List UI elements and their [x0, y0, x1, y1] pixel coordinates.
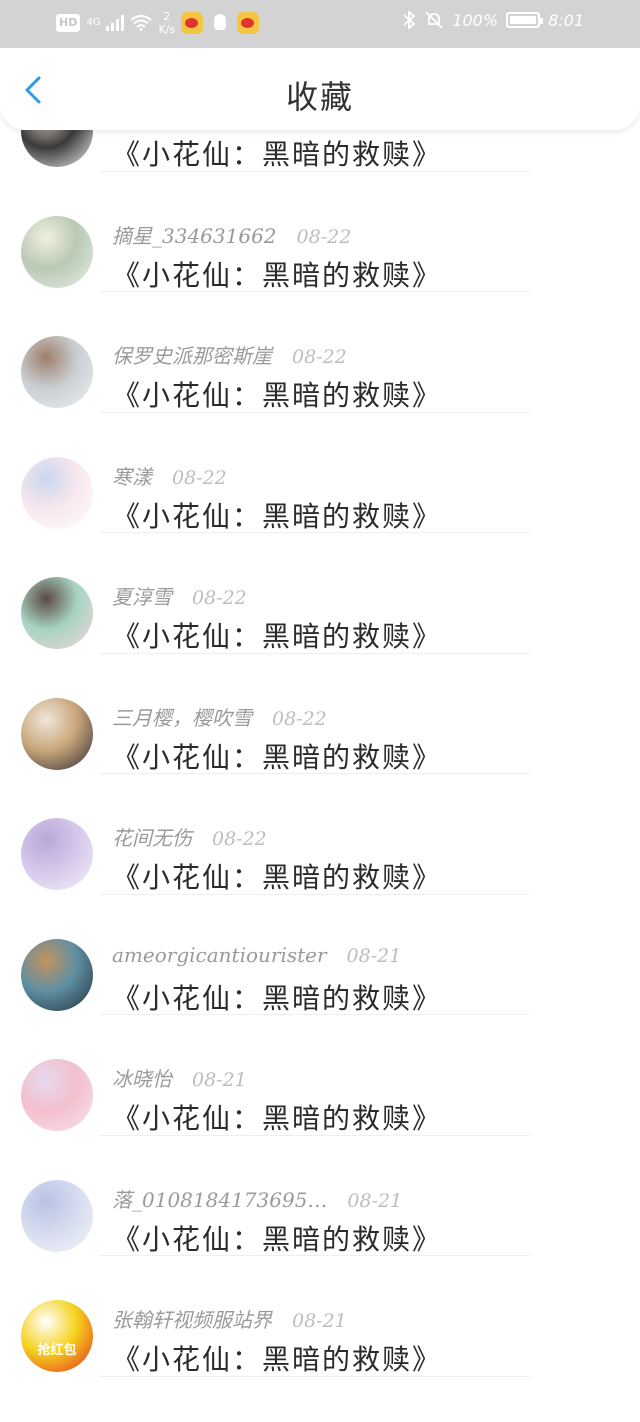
item-title[interactable]: 《小花仙：黑暗的救赎》: [112, 1097, 442, 1137]
user-name[interactable]: 张翰轩视频服站界: [112, 1304, 272, 1333]
item-title[interactable]: 《小花仙：黑暗的救赎》: [112, 736, 442, 776]
item-meta: 落_0108184173695… 08-21: [112, 1184, 402, 1213]
favorites-list[interactable]: 《小花仙：黑暗的救赎》 摘星_334631662 08-22 《小花仙：黑暗的救赎》保…: [0, 130, 640, 1422]
status-bar-right: 100% 8:01: [402, 10, 584, 30]
wifi-icon: [130, 15, 153, 31]
status-bar: HD 4G 2 K/s 100% 8:01: [0, 0, 640, 48]
item-title[interactable]: 《小花仙：黑暗的救赎》: [112, 977, 442, 1017]
speed-value: 2: [163, 10, 171, 23]
status-bar-left: HD 4G 2 K/s: [56, 10, 260, 36]
avatar[interactable]: [21, 456, 93, 529]
avatar[interactable]: [21, 130, 93, 167]
list-item[interactable]: 夏淳雪 08-22 《小花仙：黑暗的救赎》: [0, 533, 640, 654]
list-item[interactable]: 摘星_334631662 08-22 《小花仙：黑暗的救赎》: [0, 172, 640, 294]
user-name[interactable]: 保罗史派那密斯崖: [112, 340, 272, 369]
favorite-date: 08-22: [296, 225, 352, 248]
list-item[interactable]: 保罗史派那密斯崖 08-22 《小花仙：黑暗的救赎》: [0, 292, 640, 413]
avatar[interactable]: [21, 697, 93, 770]
favorite-date: 08-21: [347, 1189, 403, 1212]
item-meta: 保罗史派那密斯崖 08-22: [112, 340, 347, 369]
favorites-list-inner: 《小花仙：黑暗的救赎》 摘星_334631662 08-22 《小花仙：黑暗的救赎》保…: [0, 130, 640, 1377]
avatar[interactable]: 抢红包: [21, 1300, 93, 1372]
list-item[interactable]: 寒漾 08-22 《小花仙：黑暗的救赎》: [0, 413, 640, 535]
item-meta: 寒漾 08-22: [112, 461, 227, 490]
avatar[interactable]: [21, 215, 93, 288]
item-title[interactable]: 《小花仙：黑暗的救赎》: [112, 495, 442, 535]
avatar[interactable]: [21, 1059, 93, 1131]
item-title[interactable]: 《小花仙：黑暗的救赎》: [112, 133, 442, 173]
avatar[interactable]: [21, 818, 93, 890]
header: 收藏: [0, 48, 640, 130]
item-title[interactable]: 《小花仙：黑暗的救赎》: [112, 856, 442, 896]
list-item[interactable]: 落_0108184173695… 08-21 《小花仙：黑暗的救赎》: [0, 1136, 640, 1258]
item-title[interactable]: 《小花仙：黑暗的救赎》: [112, 1218, 442, 1258]
user-name[interactable]: 冰晓怡: [112, 1063, 172, 1092]
item-meta: 花间无伤 08-22: [112, 822, 267, 851]
user-name[interactable]: 摘星_334631662: [112, 220, 277, 249]
favorite-date: 08-22: [192, 587, 247, 609]
network-speed: 2 K/s: [158, 10, 175, 36]
list-item[interactable]: 冰晓怡 08-21 《小花仙：黑暗的救赎》: [0, 1015, 640, 1136]
favorite-date: 08-22: [292, 346, 347, 368]
item-title[interactable]: 《小花仙：黑暗的救赎》: [112, 374, 442, 414]
battery-icon: [506, 12, 544, 28]
favorite-date: 08-21: [346, 944, 402, 967]
list-item[interactable]: 花间无伤 08-22 《小花仙：黑暗的救赎》: [0, 774, 640, 895]
avatar[interactable]: [21, 577, 93, 649]
user-name[interactable]: 落_0108184173695…: [112, 1184, 327, 1213]
user-name[interactable]: 寒漾: [112, 461, 152, 490]
item-title[interactable]: 《小花仙：黑暗的救赎》: [112, 615, 442, 655]
list-item[interactable]: 《小花仙：黑暗的救赎》: [0, 130, 640, 172]
favorite-date: 08-22: [172, 466, 227, 489]
item-meta: 张翰轩视频服站界 08-21: [112, 1304, 347, 1333]
list-item[interactable]: ameorgicantiourister 08-21 《小花仙：黑暗的救赎》: [0, 895, 640, 1017]
signal-icon: [106, 15, 125, 31]
user-name[interactable]: 夏淳雪: [112, 581, 172, 610]
item-meta: ameorgicantiourister 08-21: [112, 943, 401, 967]
hd-icon: HD: [56, 14, 81, 32]
list-item[interactable]: 抢红包 张翰轩视频服站界 08-21 《小花仙：黑暗的救赎》: [0, 1256, 640, 1377]
item-meta: 夏淳雪 08-22: [112, 581, 247, 610]
page-title: 收藏: [285, 78, 354, 116]
weibo-icon: [181, 12, 204, 34]
mute-icon: [425, 11, 443, 29]
item-meta: 冰晓怡 08-21: [112, 1063, 247, 1092]
avatar[interactable]: [21, 1179, 93, 1252]
item-meta: 摘星_334631662 08-22: [112, 220, 351, 249]
divider: [100, 1375, 530, 1377]
favorite-date: 08-22: [272, 707, 327, 730]
speed-unit: K/s: [158, 23, 176, 36]
battery-percent: 100%: [452, 10, 499, 30]
bluetooth-icon: [403, 10, 416, 30]
user-name[interactable]: ameorgicantiourister: [112, 943, 327, 967]
avatar[interactable]: [21, 938, 93, 1011]
user-name[interactable]: 花间无伤: [112, 822, 192, 851]
user-name[interactable]: 三月樱，樱吹雪: [112, 702, 252, 731]
avatar[interactable]: [21, 336, 93, 408]
avatar-label: 抢红包: [37, 1343, 77, 1358]
clock: 8:01: [548, 10, 584, 30]
item-title[interactable]: 《小花仙：黑暗的救赎》: [112, 254, 442, 294]
list-item[interactable]: 三月樱，樱吹雪 08-22 《小花仙：黑暗的救赎》: [0, 654, 640, 776]
network-type: 4G: [86, 17, 101, 28]
favorite-date: 08-21: [292, 1310, 347, 1332]
qq-icon: [209, 12, 231, 34]
item-meta: 三月樱，樱吹雪 08-22: [112, 702, 327, 731]
weibo-icon: [237, 12, 260, 34]
favorite-date: 08-21: [192, 1069, 247, 1091]
item-title[interactable]: 《小花仙：黑暗的救赎》: [112, 1338, 442, 1378]
favorite-date: 08-22: [212, 828, 267, 850]
